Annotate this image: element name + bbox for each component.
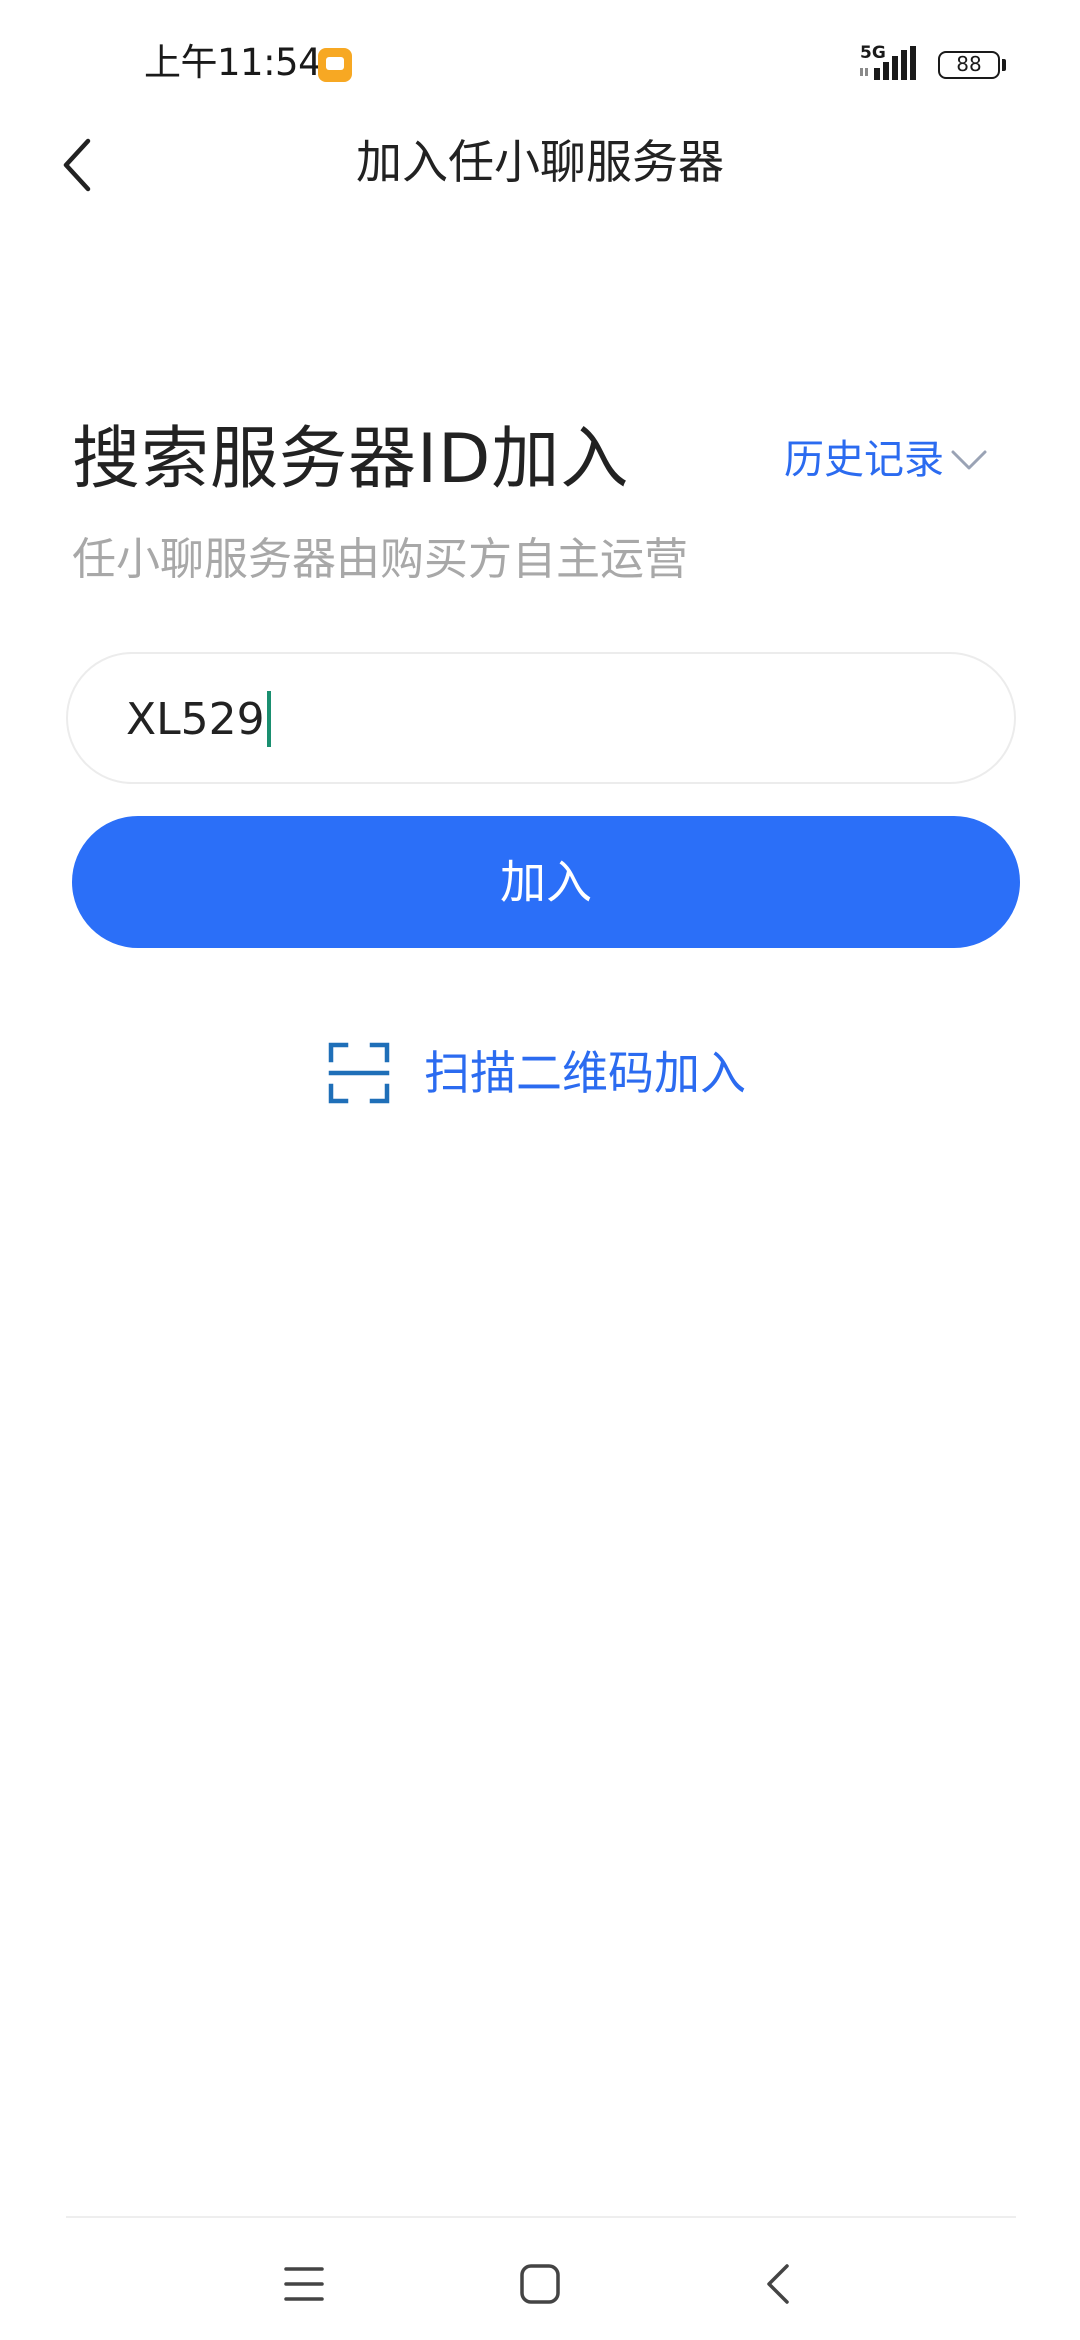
section-subheading: 任小聊服务器由购买方自主运营 xyxy=(72,534,688,585)
notification-icon xyxy=(318,48,352,82)
history-label: 历史记录 xyxy=(784,437,944,483)
server-id-field[interactable]: XL529 xyxy=(66,652,1016,784)
status-time: 上午11:54 xyxy=(144,41,322,84)
section-heading: 搜索服务器ID加入 xyxy=(72,420,630,499)
menu-button[interactable] xyxy=(268,2248,340,2320)
home-button[interactable] xyxy=(504,2248,576,2320)
scan-qr-button[interactable]: 扫描二维码加入 xyxy=(328,1040,746,1106)
signal-icon xyxy=(860,46,916,80)
history-dropdown[interactable]: 历史记录 xyxy=(784,430,988,490)
join-button[interactable]: 加入 xyxy=(72,816,1020,948)
server-id-value: XL529 xyxy=(126,694,265,745)
chevron-down-icon xyxy=(951,450,987,470)
scan-label: 扫描二维码加入 xyxy=(424,1046,746,1100)
battery-tip xyxy=(1002,59,1006,71)
join-server-screen: 上午11:54 5G 88 加入任小聊服务器 搜索服务器ID加入 历史记录 任小… xyxy=(0,0,1080,2340)
menu-icon xyxy=(284,2267,324,2301)
status-bar: 上午11:54 5G 88 xyxy=(0,0,1080,120)
nav-bar: 加入任小聊服务器 xyxy=(0,120,1080,210)
page-title: 加入任小聊服务器 xyxy=(356,135,724,189)
battery-icon: 88 xyxy=(938,51,1000,79)
back-icon xyxy=(767,2264,789,2304)
server-id-input[interactable]: XL529 xyxy=(126,690,271,750)
system-back-button[interactable] xyxy=(742,2248,814,2320)
home-icon xyxy=(520,2264,560,2304)
text-caret xyxy=(266,691,271,747)
bottom-divider xyxy=(66,2216,1016,2218)
scan-frame-icon xyxy=(328,1042,390,1104)
